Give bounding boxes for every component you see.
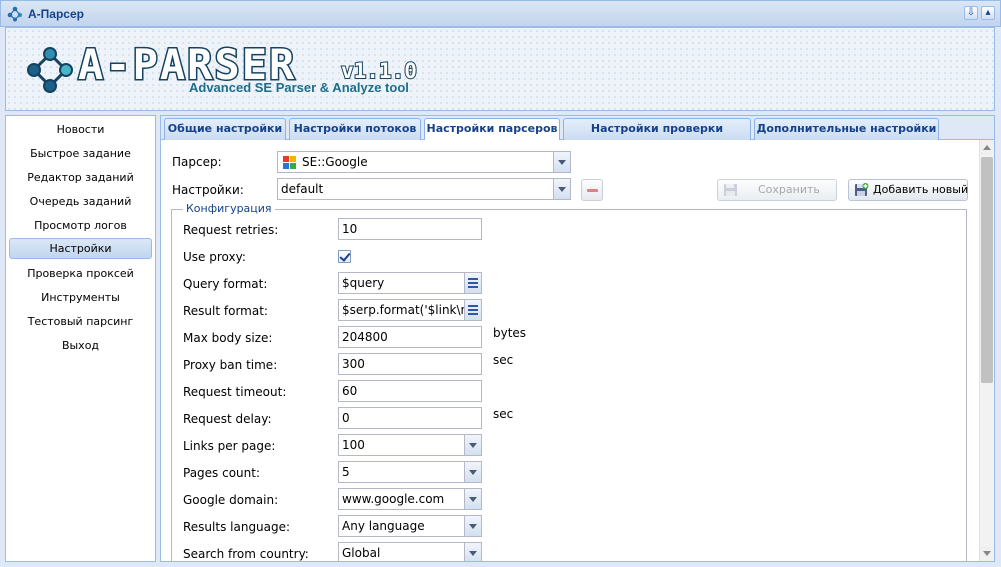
sidebar-item-quick-task[interactable]: Быстрое задание [9, 143, 152, 164]
settings-label: Настройки: [172, 183, 244, 197]
parser-label: Парсер: [172, 155, 222, 169]
google-icon [283, 156, 296, 169]
max-body-size-input[interactable]: 204800 [338, 326, 482, 348]
pages-count-value: 5 [342, 465, 350, 479]
proxy-ban-time-unit: sec [493, 353, 514, 367]
query-format-label: Query format: [183, 277, 268, 291]
result-format-value: $serp.format('$link\n') [342, 303, 477, 317]
configuration-legend: Конфигурация [183, 202, 275, 215]
floppy-disk-add-icon [855, 183, 869, 196]
request-timeout-label: Request timeout: [183, 385, 287, 399]
chevron-down-icon[interactable] [553, 152, 570, 172]
floppy-disk-icon [724, 184, 737, 196]
chevron-down-icon[interactable] [464, 543, 481, 561]
links-per-page-select[interactable]: 100 [338, 434, 482, 456]
tab-additional-settings[interactable]: Дополнительные настройки [754, 118, 939, 140]
remove-preset-button[interactable] [581, 179, 603, 201]
proxy-ban-time-input[interactable]: 300 [338, 353, 482, 375]
app-logo-icon [7, 6, 23, 22]
tab-general-settings[interactable]: Общие настройки [164, 118, 286, 140]
configuration-fieldset [171, 209, 967, 561]
scrollbar-thumb[interactable] [981, 157, 993, 383]
scroll-up-icon[interactable] [980, 140, 994, 155]
parser-select-value: SE::Google [302, 155, 368, 169]
sidebar-item-task-editor[interactable]: Редактор заданий [9, 167, 152, 188]
sidebar-item-news[interactable]: Новости [9, 119, 152, 140]
pages-count-label: Pages count: [183, 466, 261, 480]
parser-settings-panel: Парсер: SE::Google Настройки: default Со… [161, 140, 994, 561]
result-format-input[interactable]: $serp.format('$link\n') [338, 299, 482, 321]
links-per-page-label: Links per page: [183, 439, 276, 453]
google-domain-label: Google domain: [183, 493, 279, 507]
list-icon[interactable] [464, 273, 481, 293]
request-delay-label: Request delay: [183, 412, 272, 426]
header-banner: A-PARSER v1.1.0 Advanced SE Parser & Ana… [5, 27, 995, 111]
use-proxy-label: Use proxy: [183, 250, 246, 264]
use-proxy-checkbox[interactable] [338, 250, 351, 263]
settings-panel: Общие настройки Настройки потоков Настро… [160, 115, 995, 562]
sidebar-item-task-queue[interactable]: Очередь заданий [9, 191, 152, 212]
sidebar-item-settings[interactable]: Настройки [9, 238, 152, 259]
add-new-button-label: Добавить новый [873, 183, 969, 196]
request-delay-unit: sec [493, 407, 514, 421]
query-format-value: $query [342, 276, 385, 290]
request-retries-label: Request retries: [183, 223, 279, 237]
sidebar: Новости Быстрое задание Редактор заданий… [5, 115, 156, 562]
search-from-country-select[interactable]: Global [338, 542, 482, 561]
tab-proxy-check-settings[interactable]: Настройки проверки проксей [563, 118, 751, 155]
save-button-label: Сохранить [758, 183, 820, 196]
chevron-down-icon[interactable] [464, 462, 481, 482]
proxy-ban-time-label: Proxy ban time: [183, 358, 278, 372]
google-domain-select[interactable]: www.google.com [338, 488, 482, 510]
chevron-down-icon[interactable] [464, 489, 481, 509]
settings-select-value: default [281, 182, 324, 196]
vertical-scrollbar[interactable] [979, 140, 994, 561]
results-language-select[interactable]: Any language [338, 515, 482, 537]
pin-icon[interactable]: ⇩ [964, 6, 978, 20]
add-new-button[interactable]: Добавить новый [848, 179, 968, 201]
request-retries-input[interactable]: 10 [338, 218, 482, 240]
tab-strip: Общие настройки Настройки потоков Настро… [161, 116, 994, 155]
max-body-size-unit: bytes [493, 326, 527, 340]
request-delay-input[interactable]: 0 [338, 407, 482, 429]
results-language-value: Any language [342, 519, 425, 533]
search-from-country-label: Search from country: [183, 547, 309, 561]
request-timeout-input[interactable]: 60 [338, 380, 482, 402]
query-format-input[interactable]: $query [338, 272, 482, 294]
tab-parser-settings[interactable]: Настройки парсеров [424, 118, 560, 141]
window-titlebar: A-Парсер ⇩ ▴ [0, 0, 1001, 27]
sidebar-item-exit[interactable]: Выход [9, 335, 152, 356]
results-language-label: Results language: [183, 520, 291, 534]
list-icon[interactable] [464, 300, 481, 320]
sidebar-item-tools[interactable]: Инструменты [9, 287, 152, 308]
pages-count-select[interactable]: 5 [338, 461, 482, 483]
window-title: A-Парсер [28, 7, 84, 21]
links-per-page-value: 100 [342, 438, 365, 452]
collapse-icon[interactable]: ▴ [981, 6, 995, 20]
sidebar-item-proxy-check[interactable]: Проверка проксей [9, 263, 152, 284]
max-body-size-label: Max body size: [183, 331, 273, 345]
google-domain-value: www.google.com [342, 492, 445, 506]
sidebar-item-test-parsing[interactable]: Тестовый парсинг [9, 311, 152, 332]
brand-logo-icon [27, 47, 73, 93]
brand-tagline: Advanced SE Parser & Analyze tool [189, 80, 409, 95]
search-from-country-value: Global [342, 546, 381, 560]
chevron-down-icon[interactable] [464, 516, 481, 536]
save-button[interactable]: Сохранить [717, 179, 837, 201]
chevron-down-icon[interactable] [553, 179, 570, 199]
scroll-down-icon[interactable] [980, 546, 994, 561]
result-format-label: Result format: [183, 304, 268, 318]
sidebar-item-view-logs[interactable]: Просмотр логов [9, 215, 152, 236]
chevron-down-icon[interactable] [464, 435, 481, 455]
tab-thread-settings[interactable]: Настройки потоков [289, 118, 421, 140]
parser-select[interactable]: SE::Google [277, 151, 571, 173]
settings-select[interactable]: default [277, 178, 571, 200]
